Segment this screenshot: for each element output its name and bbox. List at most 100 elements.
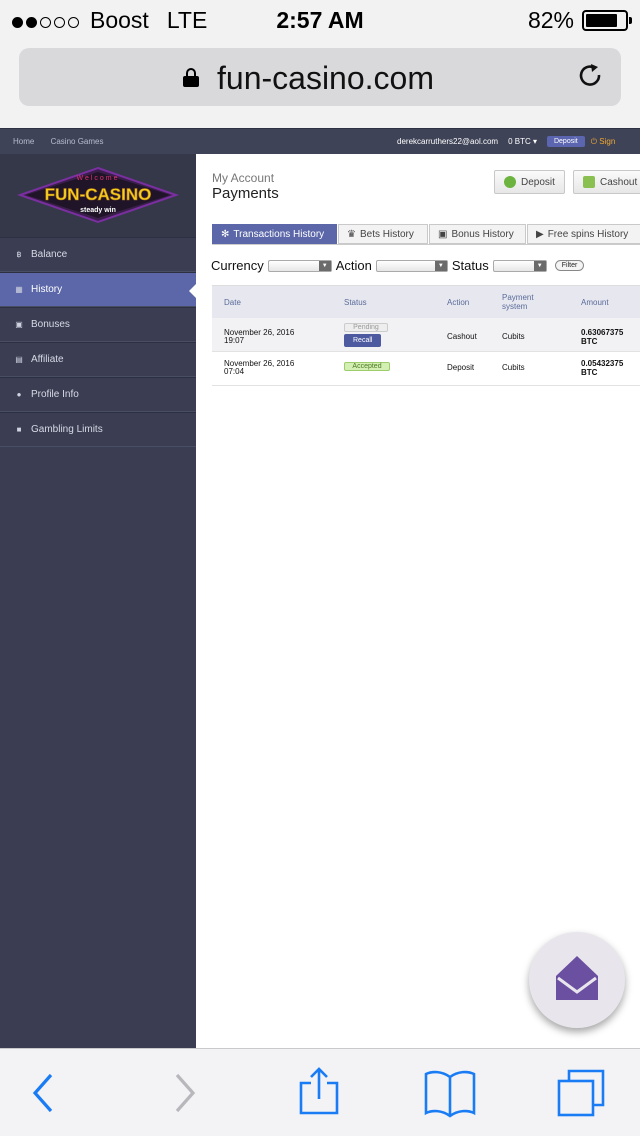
- action-label: Action: [335, 258, 372, 273]
- briefcase-icon: ▤: [15, 355, 23, 364]
- top-deposit-button[interactable]: Deposit: [546, 136, 585, 147]
- bookmarks-icon[interactable]: [422, 1067, 478, 1119]
- col-action: Action: [447, 298, 470, 307]
- cashout-button-label: Cashout: [600, 176, 638, 188]
- svg-text:FUN-CASINO: FUN-CASINO: [45, 185, 152, 204]
- tabs-divider: [212, 244, 640, 245]
- history-tabs: ✻ Transactions History ♛ Bets History ▣ Bon…: [212, 224, 640, 244]
- bitcoin-icon: ฿: [16, 250, 22, 259]
- sidebar-item-label: Affiliate: [31, 354, 64, 365]
- cashout-button[interactable]: Cashout: [573, 170, 640, 194]
- trophy-icon: ♛: [347, 228, 356, 240]
- tab-free-spins-history[interactable]: ▶ Free spins History: [527, 224, 640, 244]
- tabs-icon[interactable]: [555, 1067, 611, 1119]
- deposit-icon: [504, 176, 516, 188]
- tab-bets-history[interactable]: ♛ Bets History: [338, 224, 428, 244]
- deposit-button-label: Deposit: [521, 176, 555, 188]
- nav-link-casino-games[interactable]: Casino Games: [51, 137, 104, 146]
- row-payment-system: Cubits: [502, 363, 525, 372]
- forward-icon[interactable]: [156, 1067, 212, 1119]
- svg-text:steady win: steady win: [80, 207, 116, 214]
- status-select[interactable]: ▼: [492, 259, 547, 272]
- table-row: November 26, 2016 19:07 Pending Recall C…: [212, 318, 640, 352]
- row-action: Deposit: [447, 363, 475, 372]
- main-content: My Account Payments Deposit Cashout ✻ Tra…: [196, 154, 640, 1048]
- row-amount: 0.63067375: [581, 328, 624, 337]
- gift-icon: ▣: [15, 320, 23, 329]
- browser-toolbar: fun-casino.com: [0, 42, 640, 128]
- url-text: fun-casino.com: [217, 60, 434, 96]
- sidebar-item-label: History: [31, 284, 63, 295]
- row-time: 19:07: [224, 336, 245, 345]
- user-email[interactable]: derekcarruthers22@aol.com: [397, 137, 498, 146]
- address-bar[interactable]: fun-casino.com: [19, 48, 621, 106]
- chevron-down-icon: ▼: [533, 260, 546, 271]
- currency-label: Currency: [211, 258, 264, 273]
- row-time: 07:04: [224, 367, 245, 376]
- filter-bar: Currency ▼ Action ▼ Status ▼ Filter: [211, 258, 585, 273]
- cashout-icon: [583, 176, 595, 188]
- envelope-icon: [556, 956, 598, 1000]
- status-badge: Pending: [344, 323, 388, 332]
- recall-button[interactable]: Recall: [344, 334, 382, 347]
- caret-down-icon: ▾: [532, 137, 537, 146]
- share-icon[interactable]: [291, 1067, 347, 1119]
- site-top-nav: Home Casino Games derekcarruthers22@aol.…: [0, 128, 640, 154]
- col-payment-system-line1: Payment: [502, 293, 534, 302]
- action-select[interactable]: ▼: [375, 259, 448, 272]
- svg-text:Welcome: Welcome: [76, 175, 119, 182]
- tab-bonus-history[interactable]: ▣ Bonus History: [429, 224, 526, 244]
- gear-icon: ✻: [221, 228, 230, 240]
- row-currency: BTC: [581, 368, 598, 377]
- sidebar-item-history[interactable]: ▦ History: [0, 272, 196, 307]
- currency-select[interactable]: ▼: [267, 259, 332, 272]
- deposit-button[interactable]: Deposit: [494, 170, 565, 194]
- sign-out-link[interactable]: ⏻ Sign: [591, 137, 616, 147]
- sidebar-item-gambling-limits[interactable]: ■ Gambling Limits: [0, 412, 196, 447]
- balance-dropdown[interactable]: 0 BTC ▾: [508, 137, 537, 146]
- page-title: Payments: [212, 185, 279, 202]
- fun-casino-logo: Welcome FUN-CASINO steady win: [16, 166, 180, 224]
- sidebar: Welcome FUN-CASINO steady win ฿ Balance …: [0, 154, 196, 1048]
- lock-icon: ■: [16, 425, 22, 434]
- reload-icon[interactable]: [577, 62, 605, 90]
- transactions-table: Date Status Action Payment system Amount…: [212, 285, 640, 386]
- sidebar-item-label: Balance: [31, 249, 68, 260]
- sidebar-item-affiliate[interactable]: ▤ Affiliate: [0, 342, 196, 377]
- back-icon[interactable]: [16, 1067, 72, 1119]
- row-action: Cashout: [447, 332, 477, 341]
- tab-transactions-history[interactable]: ✻ Transactions History: [212, 224, 337, 244]
- sidebar-item-profile-info[interactable]: ● Profile Info: [0, 377, 196, 412]
- browser-bottom-toolbar: [0, 1048, 640, 1136]
- gift-icon: ▣: [438, 228, 448, 240]
- battery-icon: [582, 10, 632, 31]
- col-date: Date: [224, 298, 241, 307]
- calendar-icon: ▦: [15, 285, 23, 294]
- chat-button[interactable]: [529, 932, 625, 1028]
- power-icon: ⏻: [590, 136, 598, 146]
- logo[interactable]: Welcome FUN-CASINO steady win: [0, 154, 196, 237]
- status-label: Status: [451, 258, 489, 273]
- sidebar-item-balance[interactable]: ฿ Balance: [0, 237, 196, 272]
- filter-button[interactable]: Filter: [554, 260, 585, 271]
- sidebar-item-bonuses[interactable]: ▣ Bonuses: [0, 307, 196, 342]
- lock-icon: [183, 68, 199, 87]
- nav-link-home[interactable]: Home: [13, 137, 34, 146]
- chevron-down-icon: ▼: [318, 260, 331, 271]
- row-payment-system: Cubits: [502, 332, 525, 341]
- breadcrumb[interactable]: My Account: [212, 171, 274, 185]
- battery-percent: 82%: [527, 7, 574, 33]
- sidebar-item-label: Gambling Limits: [31, 424, 103, 435]
- chevron-down-icon: ▼: [434, 260, 447, 271]
- table-header: Date Status Action Payment system Amount: [212, 286, 640, 318]
- col-status: Status: [344, 298, 367, 307]
- row-amount: 0.05432375: [581, 359, 624, 368]
- col-payment-system-line2: system: [502, 302, 528, 311]
- info-icon: ●: [16, 390, 22, 399]
- sidebar-item-label: Bonuses: [31, 319, 70, 330]
- table-row: November 26, 2016 07:04 Accepted Deposit…: [212, 352, 640, 386]
- status-badge: Accepted: [344, 362, 390, 371]
- sidebar-item-label: Profile Info: [31, 389, 79, 400]
- col-amount: Amount: [581, 298, 609, 307]
- row-currency: BTC: [581, 337, 598, 346]
